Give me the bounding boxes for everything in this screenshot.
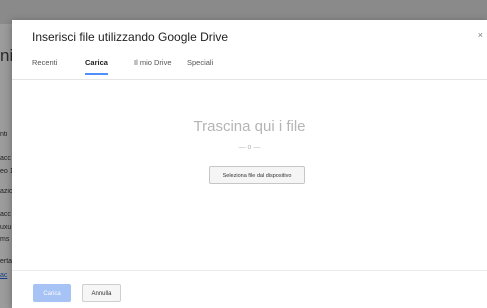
tab-carica[interactable]: Carica	[85, 58, 108, 75]
file-drop-zone[interactable]: Trascina qui i file — o — Seleziona file…	[12, 80, 487, 270]
tab-bar: Recenti Carica Il mio Drive Speciali	[12, 58, 487, 78]
close-icon[interactable]: ×	[478, 30, 483, 40]
select-file-button[interactable]: Seleziona file dal dispositivo	[209, 166, 305, 184]
upload-button[interactable]: Carica	[33, 284, 71, 302]
tab-speciali[interactable]: Speciali	[187, 58, 213, 73]
footer-divider	[12, 270, 487, 271]
tab-il-mio-drive[interactable]: Il mio Drive	[134, 58, 172, 73]
drop-title: Trascina qui i file	[193, 118, 306, 135]
cancel-button[interactable]: Annulla	[82, 284, 121, 302]
insert-file-dialog: Inserisci file utilizzando Google Drive …	[12, 20, 487, 308]
tab-recenti[interactable]: Recenti	[32, 58, 57, 73]
dialog-title: Inserisci file utilizzando Google Drive	[32, 30, 229, 44]
or-separator: — o —	[238, 144, 261, 151]
